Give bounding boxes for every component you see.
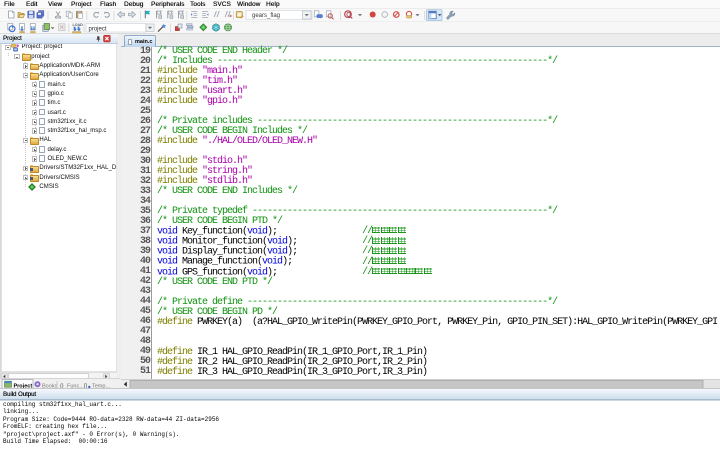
svg-text:project: project: [89, 27, 107, 33]
svg-text:LOAD: LOAD: [73, 23, 84, 27]
svg-text:gears_flag: gears_flag: [252, 13, 280, 19]
svg-text:Q: Q: [346, 13, 351, 19]
